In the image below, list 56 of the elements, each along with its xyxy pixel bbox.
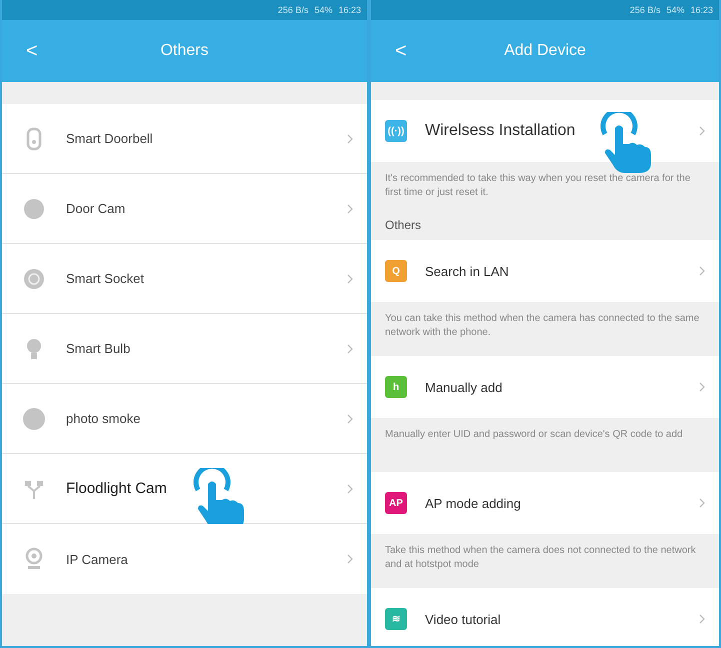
method-description: It's recommended to take this way when you reset the camera for the first time or just reset it. <box>384 172 692 200</box>
round-device-icon <box>22 196 46 220</box>
chevron-icon <box>699 382 705 392</box>
method-icon: AP <box>385 492 407 514</box>
device-label: Smart Doorbell <box>66 131 154 146</box>
round-device-icon <box>22 266 46 290</box>
device-row[interactable]: Smart Bulb <box>2 314 367 384</box>
chevron-icon <box>699 266 705 276</box>
chevron-icon <box>347 414 353 424</box>
method-row[interactable]: h Manually add <box>371 356 719 418</box>
method-row[interactable]: Q Search in LAN <box>371 240 719 302</box>
device-row[interactable]: Door Cam <box>2 174 367 244</box>
device-label: Floodlight Cam <box>66 480 168 497</box>
method-row[interactable]: AP AP mode adding <box>371 472 719 534</box>
method-label: Manually add <box>425 380 504 394</box>
method-label: Wirelsess Installation <box>425 122 576 140</box>
method-description: You can take this method when the camera has connected to the same network with the phone. <box>384 312 700 340</box>
device-label: Door Cam <box>66 201 126 216</box>
screen-title: Add Device <box>504 42 586 60</box>
device-row[interactable]: Floodlight Cam <box>2 454 367 524</box>
device-row[interactable]: Smart Doorbell <box>2 104 367 174</box>
method-label: Video tutorial <box>425 612 502 626</box>
chevron-icon <box>699 126 705 136</box>
chevron-icon <box>347 344 353 354</box>
chevron-icon <box>347 134 353 144</box>
method-icon: Q <box>385 260 407 282</box>
device-label: photo smoke <box>66 411 142 426</box>
method-icon: ≋ <box>385 608 407 630</box>
clock: 16:23 <box>690 5 713 15</box>
method-description: Manually enter UID and password or scan device's QR code to add <box>384 428 684 442</box>
device-row[interactable]: IP Camera <box>2 524 367 594</box>
method-icon: ((·)) <box>385 120 407 142</box>
clock: 16:23 <box>338 5 361 15</box>
method-row[interactable]: ≋ Video tutorial <box>371 588 719 646</box>
device-label: Smart Bulb <box>66 341 132 356</box>
device-label: IP Camera <box>66 552 129 566</box>
chevron-icon <box>347 484 353 494</box>
chevron-icon <box>347 204 353 214</box>
device-row[interactable]: photo smoke <box>2 384 367 454</box>
round-device-icon <box>22 406 46 430</box>
chevron-icon <box>699 498 705 508</box>
method-label: Search in LAN <box>425 264 510 278</box>
method-label: AP mode adding <box>425 496 522 510</box>
device-label: Smart Socket <box>66 271 146 286</box>
battery-level: 54% <box>666 5 684 15</box>
battery-level: 54% <box>314 5 332 15</box>
chevron-icon <box>699 614 705 624</box>
method-description: Take this method when the camera does not connected to the network and at hotstpot mode <box>384 544 697 572</box>
method-icon: h <box>385 376 407 398</box>
screen-title: Others <box>160 42 208 60</box>
chevron-icon <box>347 554 353 564</box>
device-row[interactable]: Smart Socket <box>2 244 367 314</box>
network-speed: 256 B/s <box>278 5 308 15</box>
network-speed: 256 B/s <box>630 5 660 15</box>
chevron-icon <box>347 274 353 284</box>
section-heading: Others <box>384 217 422 234</box>
